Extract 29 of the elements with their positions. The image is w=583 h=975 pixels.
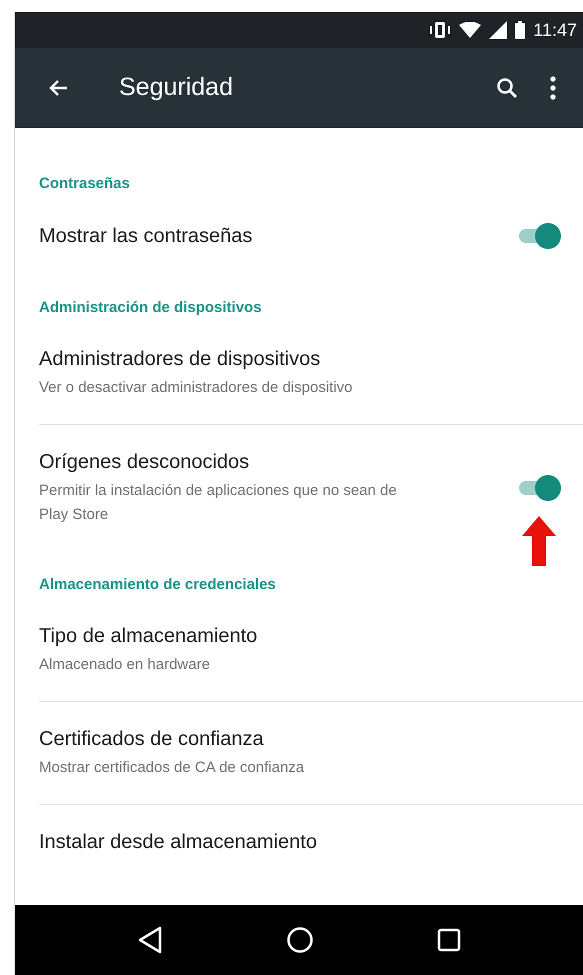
- recents-nav-button[interactable]: [437, 928, 462, 952]
- vibrate-icon: [429, 21, 452, 39]
- toggle-switch[interactable]: [517, 474, 561, 502]
- more-vertical-icon: [550, 76, 556, 100]
- setting-summary: Ver o desactivar administradores de dispositivo: [39, 378, 354, 398]
- signal-icon: [489, 21, 508, 39]
- circle-icon: [286, 926, 314, 954]
- toggle-switch[interactable]: [517, 222, 561, 250]
- setting-summary: Mostrar certificados de CA de confianza: [39, 758, 306, 778]
- setting-title[interactable]: Administradores de dispositivos: [39, 346, 561, 372]
- square-icon: [437, 928, 462, 952]
- section-header: Administración de dispositivos: [39, 299, 262, 316]
- setting-title[interactable]: Instalar desde almacenamiento: [39, 829, 561, 855]
- setting-summary: Permitir la instalación de aplicaciones que no sean de Play Store: [39, 481, 398, 525]
- setting-title[interactable]: Mostrar las contraseñas: [39, 223, 501, 249]
- wifi-icon: [459, 22, 482, 38]
- battery-icon: [515, 21, 526, 39]
- section-header: Contraseñas: [39, 175, 130, 192]
- setting-title[interactable]: Orígenes desconocidos: [39, 449, 501, 475]
- search-icon: [496, 77, 518, 99]
- setting-summary: Almacenado en hardware: [39, 655, 211, 675]
- status-time: 11:47: [533, 18, 577, 42]
- home-nav-button[interactable]: [286, 926, 314, 954]
- setting-title[interactable]: Certificados de confianza: [39, 726, 561, 752]
- triangle-icon: [136, 926, 163, 954]
- setting-title[interactable]: Tipo de almacenamiento: [39, 623, 561, 649]
- section-header: Almacenamiento de credenciales: [39, 576, 276, 593]
- screen-title: Seguridad: [119, 72, 234, 104]
- back-nav-button[interactable]: [136, 926, 163, 954]
